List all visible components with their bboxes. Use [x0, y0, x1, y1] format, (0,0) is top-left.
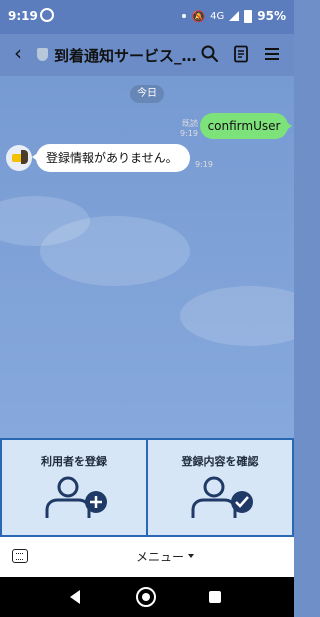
message-read-status: 既読 9:19: [180, 119, 198, 139]
check-user-icon: [191, 476, 253, 518]
battery-percent: 95%: [257, 9, 286, 23]
background-cloud: [40, 216, 190, 286]
nav-back-icon[interactable]: [70, 590, 80, 604]
status-time: 9:19: [8, 9, 38, 23]
shield-icon: [37, 48, 48, 61]
nav-recents-icon[interactable]: [209, 591, 221, 603]
chat-header: ‹ 到着通知サービス_…: [0, 34, 294, 76]
register-user-button[interactable]: 利用者を登録: [2, 440, 146, 535]
keyboard-icon[interactable]: [12, 549, 28, 563]
menu-toggle[interactable]: メニュー: [136, 548, 184, 565]
confirm-registration-label: 登録内容を確認: [181, 455, 259, 468]
chat-area[interactable]: 今日 既読 9:19 confirmUser 登録情報がありません。 9:19: [0, 76, 294, 438]
status-bar: 9:19 🔕 4G 95%: [0, 0, 294, 34]
rich-menu: 利用者を登録 登録内容を確認: [0, 438, 294, 537]
android-navigation-bar: [0, 577, 294, 617]
chat-title[interactable]: 到着通知サービス_…: [54, 45, 197, 66]
background-cloud: [180, 286, 294, 346]
sync-icon: [40, 8, 54, 22]
mute-icon: 🔕: [191, 9, 206, 23]
notes-icon[interactable]: [231, 44, 251, 64]
status-indicators: 🔕 4G 95%: [182, 9, 286, 23]
back-arrow-icon[interactable]: ‹: [14, 43, 22, 63]
incoming-message[interactable]: 登録情報がありません。: [32, 144, 190, 172]
outgoing-time: 9:19: [180, 129, 198, 138]
add-user-icon: [45, 476, 107, 518]
read-label: 既読: [181, 119, 198, 128]
megaphone-icon-part: [21, 150, 28, 164]
incoming-time: 9:19: [195, 160, 213, 169]
nav-home-icon[interactable]: [136, 587, 156, 607]
caret-down-icon[interactable]: [188, 554, 194, 558]
register-user-label: 利用者を登録: [41, 455, 107, 468]
search-icon[interactable]: [200, 44, 220, 64]
signal-icon: [229, 11, 240, 21]
hamburger-menu-icon[interactable]: [262, 44, 282, 64]
battery-icon: [244, 9, 253, 23]
confirm-registration-button[interactable]: 登録内容を確認: [148, 440, 292, 535]
outgoing-message[interactable]: confirmUser: [200, 113, 292, 139]
bot-avatar[interactable]: [6, 145, 32, 171]
notification-dot-icon: [182, 14, 187, 18]
date-separator: 今日: [130, 85, 164, 103]
chat-bottom-bar: メニュー: [0, 537, 294, 577]
network-type: 4G: [210, 10, 225, 22]
